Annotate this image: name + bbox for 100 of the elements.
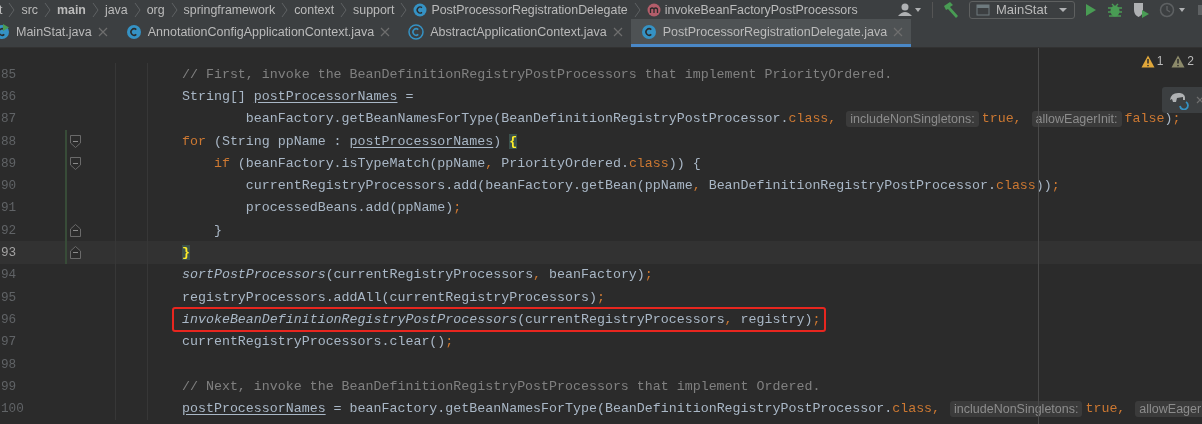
code-comment: // Next, invoke the BeanDefinitionRegistryPostProcessors that implement Ordered. [182, 378, 821, 394]
parameter-hint: allowEager [1135, 400, 1202, 417]
code-text: registryProcessors.addAll(currentRegistryProcessors) [182, 289, 597, 305]
keyword: ; [596, 289, 605, 305]
code-comment: // First, invoke the BeanDefinitionRegistryPostProcessors that implement PriorityOrdered. [182, 66, 893, 82]
fold-icon[interactable] [70, 246, 81, 260]
keyword: ; [1172, 111, 1181, 127]
line-number: 91 [1, 200, 18, 216]
code-text: beanFactory.getBeanNamesForType(BeanDefinitionRegistryPostProcessor. [244, 111, 789, 127]
keyword: ; [453, 200, 462, 216]
parameter-hint: includeNonSingletons: [950, 400, 1083, 417]
keyword: if [212, 155, 230, 171]
elephant-icon[interactable] [1168, 90, 1190, 110]
run-configuration-dropdown[interactable]: MainStat [969, 0, 1075, 19]
chevron-icon [8, 1, 16, 18]
chevron-icon [170, 1, 178, 18]
code-text: BeanDefinitionRegistryPostProcessor. [708, 178, 996, 194]
code-text: )) { [668, 155, 701, 171]
class-icon [408, 23, 425, 40]
method-call: invokeBeanDefinitionRegistryPostProcessors [182, 311, 518, 327]
method-icon [646, 2, 661, 17]
method-call: sortPostProcessors [182, 267, 326, 283]
code-text: (String ppName : [212, 133, 343, 149]
matched-brace: { [509, 133, 518, 149]
chevron-icon [340, 1, 348, 18]
breadcrumb-item[interactable]: main [57, 2, 86, 17]
line-number: 86 [1, 88, 18, 104]
parameter-hint: includeNonSingletons: [846, 110, 979, 127]
chevron-icon [91, 1, 99, 18]
class-icon [640, 23, 657, 40]
line-number: 88 [1, 133, 18, 149]
line-number: 94 [1, 267, 18, 283]
editor-tab[interactable]: PostProcessorRegistrationDelegate.java [630, 19, 912, 47]
breadcrumb-item[interactable]: org [146, 2, 165, 17]
variable-name: postProcessorNames [253, 88, 398, 104]
keyword: class [628, 155, 669, 171]
keyword: class, [788, 111, 838, 127]
chevron-icon [281, 1, 289, 18]
close-icon[interactable] [97, 26, 108, 37]
matched-brace: } [182, 245, 190, 260]
class-icon [413, 2, 428, 17]
class-icon [125, 23, 142, 40]
code-text: ) [1164, 111, 1173, 127]
keyword: true, [1085, 401, 1127, 417]
fold-icon[interactable] [70, 157, 81, 171]
keyword: , [533, 267, 543, 283]
code-text: (beanFactory.isTypeMatch(ppName [236, 155, 486, 171]
breadcrumb-item[interactable]: support [353, 2, 395, 17]
keyword: ; [445, 334, 454, 350]
line-number: 97 [1, 334, 18, 350]
breadcrumb-item[interactable]: java [104, 2, 128, 17]
shield-icon[interactable] [1132, 0, 1150, 19]
code-text: processedBeans.add(ppName) [244, 200, 454, 216]
caret-icon [1058, 5, 1068, 14]
breadcrumb-item[interactable]: PostProcessorRegistrationDelegate [431, 2, 628, 17]
chevron-icon [133, 1, 141, 18]
variable-name: postProcessorNames [349, 133, 494, 149]
fold-icon[interactable] [70, 224, 81, 238]
code-text: beanFactory) [549, 267, 645, 283]
breadcrumb-item[interactable]: invokeBeanFactoryPostProcessors [664, 2, 858, 17]
chevron-icon [633, 1, 641, 18]
code-text: registry) [740, 311, 813, 327]
code-text: = [404, 88, 414, 104]
variable-name: postProcessorNames [182, 401, 326, 417]
editor-tab[interactable]: AnnotationConfigApplicationContext.java [115, 19, 399, 47]
code-text: currentRegistryProcessors.add(beanFactory.getBean(ppName [244, 178, 693, 194]
code-text: PriorityOrdered. [501, 155, 629, 171]
window-icon [976, 3, 990, 16]
line-number: 93 [1, 245, 18, 260]
keyword: , [692, 178, 702, 194]
keyword: ; [812, 311, 821, 327]
close-icon[interactable] [1194, 95, 1202, 105]
keyword: ; [1051, 178, 1060, 194]
close-icon[interactable] [380, 26, 391, 37]
breadcrumb-item[interactable]: src [21, 2, 38, 17]
run-icon[interactable] [1084, 1, 1098, 18]
editor-tab[interactable]: MainStat.java [0, 19, 116, 47]
code-text: currentRegistryProcessors.clear() [182, 334, 446, 350]
breadcrumb-item[interactable]: springframework [183, 2, 276, 17]
line-number: 85 [1, 66, 18, 82]
bug-icon[interactable] [1107, 1, 1123, 18]
editor-tab[interactable]: AbstractApplicationContext.java [398, 19, 631, 47]
parameter-hint: allowEagerInit: [1031, 110, 1122, 127]
code-text: ) [493, 133, 503, 149]
line-number: 92 [1, 222, 18, 238]
chevron-icon [44, 1, 51, 18]
hammer-icon[interactable] [942, 0, 960, 19]
close-icon[interactable] [612, 26, 623, 37]
user-icon[interactable] [897, 1, 923, 18]
code-text: (currentRegistryProcessors [517, 311, 725, 327]
code-text: = beanFactory.getBeanNamesForType(BeanDefinitionRegistryPostProcessor. [332, 401, 893, 417]
breadcrumb-item[interactable]: context [294, 2, 335, 17]
line-number: 89 [1, 155, 18, 171]
code-text: } [212, 222, 222, 238]
keyword: true, [981, 111, 1023, 127]
breadcrumb-item[interactable]: t [0, 2, 3, 17]
keyword: , [724, 311, 734, 327]
clock-icon[interactable] [1159, 0, 1187, 19]
fold-icon[interactable] [70, 134, 81, 148]
line-number: 95 [1, 289, 18, 305]
